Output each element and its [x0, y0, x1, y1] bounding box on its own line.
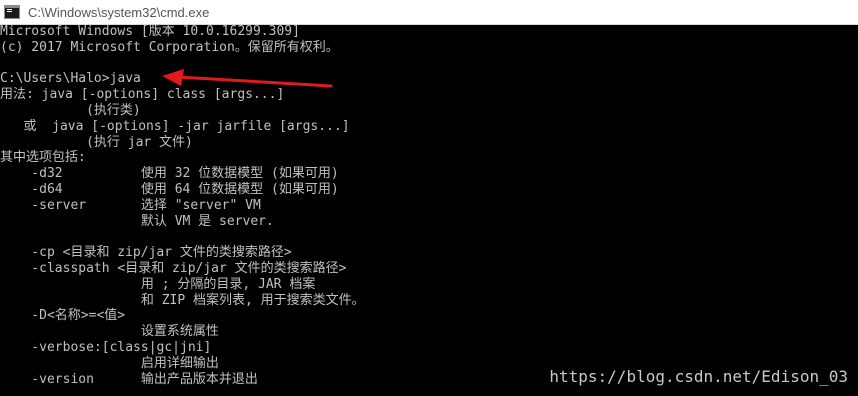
console-line: (执行类): [0, 102, 141, 118]
cmd-app-icon[interactable]: [4, 5, 20, 19]
title-bar[interactable]: C:\Windows\system32\cmd.exe: [0, 0, 858, 25]
console-line: 用法: java [-options] class [args...]: [0, 87, 285, 103]
console-line: (执行 jar 文件): [0, 134, 193, 150]
console-line: -d64 使用 64 位数据模型 (如果可用): [0, 181, 339, 197]
console-line: -verbose:[class|gc|jni]: [0, 339, 212, 355]
console-line: -d32 使用 32 位数据模型 (如果可用): [0, 166, 339, 182]
console-line: 和 ZIP 档案列表, 用于搜索类文件。: [0, 292, 365, 308]
console-line: 其中选项包括:: [0, 150, 86, 166]
window-title: C:\Windows\system32\cmd.exe: [28, 4, 210, 20]
cmd-window: C:\Windows\system32\cmd.exe Microsoft Wi…: [0, 0, 858, 396]
console-line: 用 ; 分隔的目录, JAR 档案: [0, 276, 316, 292]
console-line: Microsoft Windows [版本 10.0.16299.309]: [0, 24, 300, 39]
console-line: 或 java [-options] -jar jarfile [args...]: [0, 118, 350, 134]
console-line: -classpath <目录和 zip/jar 文件的类搜索路径>: [0, 260, 347, 276]
console-line: 默认 VM 是 server.: [0, 213, 274, 229]
console-output[interactable]: Microsoft Windows [版本 10.0.16299.309] (c…: [0, 24, 858, 396]
console-line: -server 选择 "server" VM: [0, 197, 261, 213]
console-line: -cp <目录和 zip/jar 文件的类搜索路径>: [0, 245, 292, 261]
console-line: -D<名称>=<值>: [0, 308, 126, 324]
console-line: 设置系统属性: [0, 324, 219, 340]
console-line: C:\Users\Halo>java: [0, 71, 141, 87]
console-line: (c) 2017 Microsoft Corporation。保留所有权利。: [0, 39, 339, 55]
watermark-text: https://blog.csdn.net/Edison_03: [549, 367, 848, 386]
